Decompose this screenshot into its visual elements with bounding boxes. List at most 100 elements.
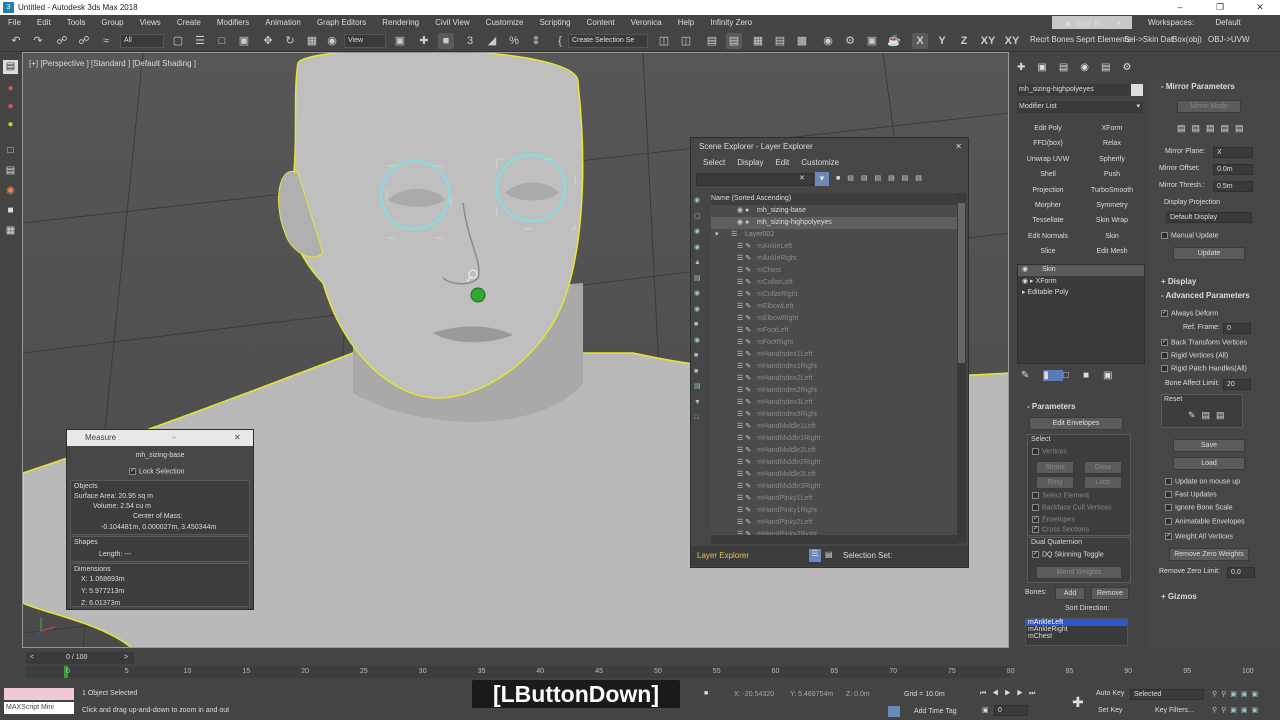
- menu-item-file[interactable]: File: [0, 15, 29, 30]
- menu-item-tools[interactable]: Tools: [59, 15, 94, 30]
- close-icon[interactable]: ✕: [955, 138, 962, 156]
- tree-bone-item[interactable]: ☰ ✎ mHandPinky1Left: [711, 493, 957, 505]
- scene-menu-edit[interactable]: Edit: [769, 156, 795, 170]
- coord-y[interactable]: Y: 5.469754m: [790, 691, 833, 698]
- bone-list[interactable]: mAnkleLeft mAnkleRight mChest: [1025, 618, 1128, 646]
- update-on-mouse-up-checkbox[interactable]: Update on mouse up: [1165, 478, 1240, 485]
- tree-bone-item[interactable]: ☰ ✎ mHandIndex2Right: [711, 385, 957, 397]
- scene-states-icon[interactable]: ▤: [3, 60, 18, 74]
- filter-icon[interactable]: ▼: [815, 172, 829, 186]
- stack-item-skin[interactable]: ◉ Skin: [1018, 265, 1144, 276]
- axis-xy-cycle-button[interactable]: XY: [1002, 33, 1022, 49]
- fast-updates-checkbox[interactable]: Fast Updates: [1165, 491, 1217, 498]
- sel-skin-dat-button[interactable]: Sel->Skin Dat: [1124, 35, 1173, 44]
- close-icon[interactable]: ✕: [1240, 0, 1280, 15]
- maxscript-listener-input[interactable]: [4, 688, 74, 700]
- menu-item-modifiers[interactable]: Modifiers: [209, 15, 257, 30]
- gizmos-rollout-header[interactable]: + Gizmos: [1151, 590, 1279, 603]
- minimize-icon[interactable]: –: [1160, 0, 1200, 15]
- menu-item-create[interactable]: Create: [169, 15, 209, 30]
- tree-bone-item[interactable]: ☰ ✎ mHandIndex3Right: [711, 409, 957, 421]
- modifier-button-skin-wrap[interactable]: Skin Wrap: [1081, 214, 1143, 227]
- clear-search-icon[interactable]: ✕: [799, 174, 805, 182]
- modifier-button-edit-mesh[interactable]: Edit Mesh: [1081, 245, 1143, 258]
- undo-icon[interactable]: ↶: [8, 33, 24, 49]
- ref-frame-spinner[interactable]: 0: [1223, 323, 1251, 334]
- rigid-patch-checkbox[interactable]: Rigid Patch Handles(All): [1161, 365, 1247, 372]
- manual-update-checkbox[interactable]: Manual Update: [1161, 232, 1218, 239]
- tree-bone-item[interactable]: ☰ ✎ mChest: [711, 265, 957, 277]
- mirror-plane-dropdown[interactable]: X: [1213, 147, 1253, 158]
- dq-skinning-toggle-checkbox[interactable]: ✓ DQ Skinning Toggle: [1032, 551, 1104, 558]
- placement-icon[interactable]: ◉: [324, 33, 340, 49]
- update-button[interactable]: Update: [1173, 247, 1245, 260]
- percent-snap-icon[interactable]: %: [506, 33, 522, 49]
- next-frame-icon[interactable]: >: [124, 654, 128, 661]
- viewport-nav-icons-2[interactable]: ⚲⚲▣▣▣: [1212, 706, 1262, 714]
- load-button[interactable]: Load: [1173, 457, 1245, 470]
- always-deform-checkbox[interactable]: ✓ Always Deform: [1161, 310, 1218, 317]
- modifier-button-tessellate[interactable]: Tessellate: [1017, 214, 1079, 227]
- tree-item[interactable]: ◉ ● mh_sizing-highpolyeyes: [711, 217, 957, 229]
- scene-scrollbar[interactable]: [957, 193, 966, 543]
- bone-list-item[interactable]: mChest: [1026, 633, 1127, 640]
- modifier-button-unwrap-uvw[interactable]: Unwrap UVW: [1017, 153, 1079, 166]
- redo-icon[interactable]: ↷: [30, 33, 46, 49]
- menu-item-customize[interactable]: Customize: [478, 15, 532, 30]
- menu-item-infinity-zero[interactable]: Infinity Zero: [702, 15, 760, 30]
- blend-weights-button[interactable]: Blend Weights: [1036, 566, 1122, 579]
- render-icon[interactable]: ☕: [886, 33, 902, 49]
- obj-uvw-button[interactable]: OBJ->UVW: [1208, 35, 1250, 44]
- schematic-view-icon[interactable]: ▩: [794, 33, 810, 49]
- menu-item-group[interactable]: Group: [93, 15, 131, 30]
- tree-bone-item[interactable]: ☰ ✎ mCollarRight: [711, 289, 957, 301]
- keyboard-shortcut-override-icon[interactable]: ■: [438, 33, 454, 49]
- scene-menu-customize[interactable]: Customize: [795, 156, 845, 170]
- display-projection-dropdown[interactable]: Default Display: [1166, 212, 1252, 223]
- toggle-layer-explorer-icon[interactable]: ▤: [726, 33, 742, 49]
- biped-icon[interactable]: ●: [3, 118, 18, 132]
- selection-set-icon[interactable]: ▤: [825, 550, 833, 559]
- toggle-scene-explorer-icon[interactable]: ▤: [704, 33, 720, 49]
- menu-item-edit[interactable]: Edit: [29, 15, 59, 30]
- modifier-button-skin[interactable]: Skin: [1081, 230, 1143, 243]
- lock-icon[interactable]: ■: [704, 690, 708, 697]
- seprt-elements-button[interactable]: Seprt Elements: [1076, 35, 1131, 44]
- remove-zero-weights-button[interactable]: Remove Zero Weights: [1169, 548, 1249, 561]
- selection-filter-dropdown[interactable]: All: [120, 34, 164, 48]
- prev-frame-icon[interactable]: <: [30, 654, 34, 661]
- modifier-button-morpher[interactable]: Morpher: [1017, 199, 1079, 212]
- viewport-nav-icons[interactable]: ⚲⚲▣▣▣: [1212, 690, 1262, 698]
- menu-item-content[interactable]: Content: [579, 15, 623, 30]
- remove-bone-button[interactable]: Remove: [1091, 587, 1129, 600]
- material-editor-icon[interactable]: ◉: [820, 33, 836, 49]
- menu-item-graph-editors[interactable]: Graph Editors: [309, 15, 374, 30]
- modifier-button-ffd-box-[interactable]: FFD(box): [1017, 137, 1079, 150]
- set-key-button[interactable]: Set Key: [1098, 707, 1123, 714]
- timeline[interactable]: 0 5 10 15 20 25 30 35 40 45 50 55 60 65 70 75 80 85 90 95 10…: [26, 666, 1254, 678]
- scene-search-input[interactable]: [696, 173, 814, 186]
- tree-bone-item[interactable]: ☰ ✎ mHandIndex1Right: [711, 361, 957, 373]
- modifier-button-symmetry[interactable]: Symmetry: [1081, 199, 1143, 212]
- object-color-swatch[interactable]: [1131, 84, 1143, 96]
- toolbox-icon[interactable]: □: [3, 144, 18, 158]
- scene-tree[interactable]: Name (Sorted Ascending) ◉ ● mh_sizing-bas…: [711, 193, 957, 543]
- stack-tools[interactable]: ✎▮□■▣: [1021, 370, 1126, 381]
- key-selection-dropdown[interactable]: Selected: [1130, 689, 1204, 700]
- create-selection-set-dropdown[interactable]: Create Selection Se: [568, 34, 648, 48]
- reset-icons[interactable]: ✎▤▤: [1188, 410, 1231, 421]
- tree-bone-item[interactable]: ☰ ✎ mAnkleRight: [711, 253, 957, 265]
- scene-hscrollbar[interactable]: [711, 535, 957, 544]
- ignore-bone-scale-checkbox[interactable]: Ignore Bone Scale: [1165, 504, 1233, 511]
- tree-bone-item[interactable]: ☰ ✎ mHandMiddle3Right: [711, 481, 957, 493]
- tree-bone-item[interactable]: ☰ ✎ mHandIndex2Left: [711, 373, 957, 385]
- menu-item-civil-view[interactable]: Civil View: [427, 15, 478, 30]
- bind-space-warp-icon[interactable]: ≈: [98, 33, 114, 49]
- ring-button[interactable]: Ring: [1036, 476, 1074, 489]
- modifier-button-turbosmooth[interactable]: TurboSmooth: [1081, 184, 1143, 197]
- tree-bone-item[interactable]: ☰ ✎ mFootLeft: [711, 325, 957, 337]
- mirror-paste-icons[interactable]: ▤▤▤▤▤: [1177, 123, 1250, 134]
- loop-button[interactable]: Loop: [1084, 476, 1122, 489]
- render-setup-icon[interactable]: ⚙: [842, 33, 858, 49]
- rendered-frame-icon[interactable]: ▣: [864, 33, 880, 49]
